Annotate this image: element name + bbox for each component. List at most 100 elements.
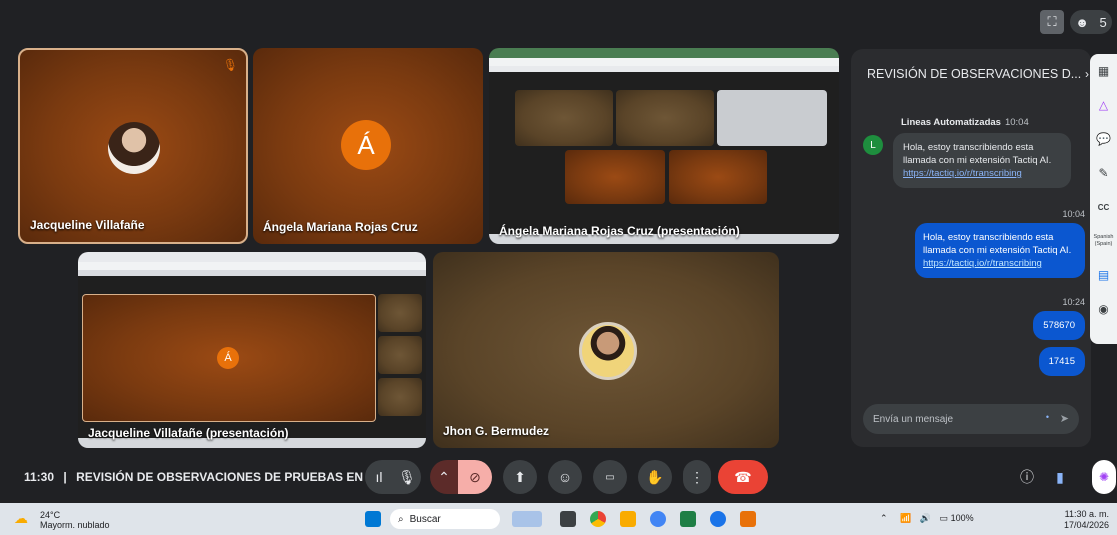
mini-tile: [515, 90, 613, 146]
avatar-angela: Á: [341, 120, 391, 170]
weather-icon: ☁: [14, 510, 28, 526]
mini-avatar: Á: [217, 347, 239, 369]
browser-bookmarks: [489, 66, 839, 72]
weather-desc: Mayorm. nublado: [40, 520, 110, 530]
shapes-icon[interactable]: △: [1090, 88, 1117, 122]
meeting-time: 11:30: [24, 470, 55, 484]
camera-options-button[interactable]: ⌃: [430, 460, 458, 494]
sender-time: 10:04: [1004, 117, 1029, 128]
taskbar-search[interactable]: ⌕ Buscar: [390, 509, 500, 529]
wifi-icon[interactable]: 📶: [900, 513, 911, 523]
battery-icon[interactable]: ▭: [940, 513, 949, 523]
camera-icon[interactable]: ◉: [1090, 292, 1117, 326]
clock-date: 17/04/2026: [1063, 520, 1109, 530]
volume-icon[interactable]: 🔊: [920, 513, 931, 523]
sender-avatar: L: [863, 135, 883, 155]
search-label: Buscar: [409, 513, 441, 525]
message-sender: Lineas Automatizadas 10:04: [901, 117, 1029, 128]
mic-button[interactable]: 🎙: [393, 460, 421, 494]
browser-address-bar: [489, 58, 839, 66]
separator: |: [63, 470, 67, 484]
message-time: 10:24: [1062, 297, 1085, 307]
chat-ai-icon[interactable]: 💬: [1090, 122, 1117, 156]
meeting-title: REVISIÓN DE OBSERVACIONES DE PRUEBAS EN …: [76, 470, 377, 484]
avatar-jacqueline: [108, 122, 160, 174]
present-screen-button[interactable]: ⬆: [503, 460, 537, 494]
tile-jacqueline[interactable]: 🎙 Jacqueline Villafañe: [18, 48, 248, 244]
emoji-button[interactable]: ☺: [548, 460, 582, 494]
mini-tile: [565, 150, 665, 204]
task-view-icon[interactable]: [560, 511, 576, 527]
raise-hand-button[interactable]: ✋: [638, 460, 672, 494]
avatar-jhon: [579, 322, 637, 380]
search-icon: ⌕: [398, 513, 404, 525]
mic-off-icon: 🎙: [222, 58, 238, 72]
battery-percent: 100%: [950, 513, 974, 523]
windows-taskbar: ☁ 24°C Mayorm. nublado ⌕ Buscar ⌃ 📶 🔊 ▭ …: [0, 503, 1117, 535]
extension-sidebar: ▦ △ 💬 ✎ CC Spanish (Spain) ▤ ◉: [1090, 54, 1117, 344]
chevron-up-icon[interactable]: ⌃: [880, 513, 888, 523]
pin-app-icon[interactable]: [740, 511, 756, 527]
cc-icon[interactable]: CC: [1090, 190, 1117, 224]
meeting-controls: 11:30 | REVISIÓN DE OBSERVACIONES DE PRU…: [0, 450, 1117, 502]
browser-tab-bar: [78, 252, 426, 262]
tile-jhon[interactable]: Jhon G. Bermudez: [433, 252, 779, 448]
system-tray: ⌃ 📶 🔊 ▭ 100%: [880, 513, 974, 524]
language-label[interactable]: Spanish (Spain): [1090, 224, 1117, 258]
apps-grid-icon[interactable]: ▦: [1090, 54, 1117, 88]
tile-jacqueline-presentation[interactable]: Á Jacqueline Villafañe (presentación): [78, 252, 426, 448]
taskbar-clock[interactable]: 11:30 a. m. 17/04/2026: [1064, 509, 1109, 531]
file-explorer-icon[interactable]: [620, 511, 636, 527]
chat-message: 17415: [1038, 347, 1085, 376]
weather-widget[interactable]: 24°C Mayorm. nublado: [40, 510, 110, 530]
browser-bookmarks: [78, 270, 426, 276]
present-off-icon[interactable]: ⛶: [1040, 10, 1064, 34]
more-options-button[interactable]: ⋮: [683, 460, 711, 494]
temperature: 24°C: [40, 510, 61, 520]
info-icon[interactable]: ⓘ: [1015, 460, 1039, 494]
people-app-icon[interactable]: [512, 511, 542, 527]
top-bar: ⛶ ☻ 5: [0, 0, 1117, 44]
camera-off-button[interactable]: ⊘: [458, 460, 492, 494]
mini-tile: [378, 336, 422, 374]
audio-level-button[interactable]: ıl: [365, 460, 393, 494]
chat-input[interactable]: Envía un mensaje • ➤: [863, 404, 1079, 434]
mini-tile: [378, 294, 422, 332]
mini-tile: [669, 150, 767, 204]
participant-name: Jhon G. Bermudez: [443, 424, 550, 438]
windows-start-icon[interactable]: [365, 511, 381, 527]
message-text: Hola, estoy transcribiendo esta llamada …: [923, 232, 1072, 256]
browser-tab-bar: [489, 48, 839, 58]
message-link[interactable]: https://tactiq.io/r/transcribing: [923, 258, 1042, 269]
browser-icon[interactable]: [650, 511, 666, 527]
excel-icon[interactable]: [680, 511, 696, 527]
document-icon[interactable]: ▤: [1090, 258, 1117, 292]
participant-name: Ángela Mariana Rojas Cruz (presentación): [499, 224, 740, 238]
end-call-button[interactable]: ☎: [718, 460, 768, 494]
message-text: Hola, estoy transcribiendo esta llamada …: [903, 142, 1052, 166]
meeting-info: 11:30 | REVISIÓN DE OBSERVACIONES DE PRU…: [24, 470, 376, 484]
send-icon[interactable]: ➤: [1060, 412, 1069, 425]
message-link[interactable]: https://tactiq.io/r/transcribing: [903, 168, 1022, 179]
tile-angela[interactable]: Á Ángela Mariana Rojas Cruz: [253, 48, 483, 244]
pen-icon[interactable]: ✎: [1090, 156, 1117, 190]
message-time: 10:04: [1062, 209, 1085, 219]
chat-title: REVISIÓN DE OBSERVACIONES D...: [867, 67, 1082, 81]
tile-angela-presentation[interactable]: Ángela Mariana Rojas Cruz (presentación): [489, 48, 839, 244]
clock-time: 11:30 a. m.: [1064, 509, 1109, 519]
chrome-icon[interactable]: [590, 511, 606, 527]
mini-tile: Á: [82, 294, 376, 422]
chat-icon[interactable]: ▮: [1048, 460, 1072, 494]
participant-name: Jacqueline Villafañe (presentación): [88, 426, 289, 440]
people-count: 5: [1099, 14, 1107, 30]
chevron-right-icon[interactable]: ›: [1085, 67, 1089, 81]
people-icon[interactable]: ☻ 5: [1070, 10, 1112, 34]
captions-button[interactable]: ▭: [593, 460, 627, 494]
participant-name: Jacqueline Villafañe: [30, 218, 145, 232]
mini-tile: [378, 378, 422, 416]
search-app-icon[interactable]: [710, 511, 726, 527]
gemini-icon[interactable]: ✺: [1092, 460, 1116, 494]
dot-icon: •: [1045, 412, 1049, 422]
chat-message: Hola, estoy transcribiendo esta llamada …: [915, 223, 1085, 278]
chat-input-placeholder: Envía un mensaje: [873, 413, 954, 425]
